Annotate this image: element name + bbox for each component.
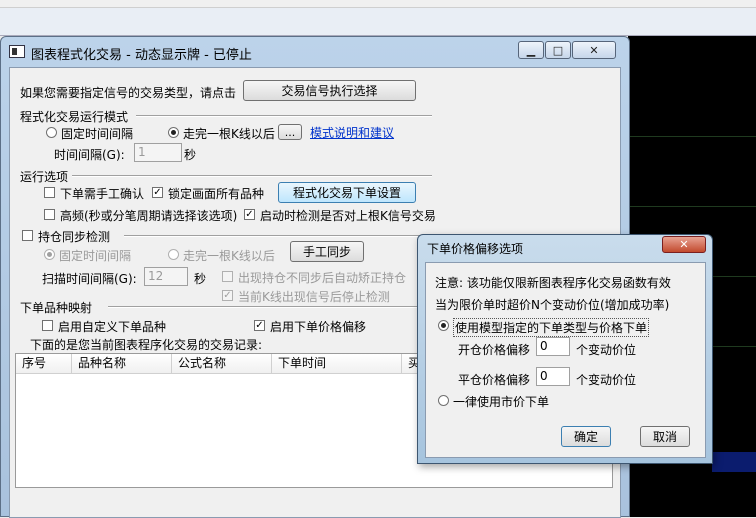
dialog-close-button[interactable]: ✕ — [662, 236, 706, 253]
sync-after-bar-radio[interactable] — [168, 249, 179, 260]
maximize-icon: □ — [552, 43, 564, 57]
close-button[interactable]: ✕ — [572, 41, 616, 59]
interval-unit: 秒 — [184, 148, 197, 162]
app-icon — [9, 45, 25, 58]
dialog-note-line1: 注意: 该功能仅限新图表程序化交易函数有效 — [435, 276, 671, 290]
column-header[interactable]: 公式名称 — [172, 354, 272, 374]
sync-after-bar-label: 走完一根K线以后 — [183, 249, 275, 263]
use-model-radio[interactable] — [438, 320, 449, 331]
stop-on-signal-checkbox[interactable]: ✓ — [222, 290, 233, 301]
lock-all-label: 锁定画面所有品种 — [168, 187, 265, 201]
scan-interval-label: 扫描时间间隔(G): — [42, 272, 137, 286]
auto-correct-checkbox[interactable] — [222, 271, 233, 282]
custom-symbol-checkbox[interactable] — [42, 320, 53, 331]
custom-symbol-label: 启用自定义下单品种 — [58, 320, 167, 334]
minimize-icon: ▁ — [526, 43, 536, 57]
manual-confirm-label: 下单需手工确认 — [60, 187, 145, 201]
host-menu-strip — [0, 0, 756, 8]
price-offset-checkbox[interactable]: ✓ — [254, 320, 265, 331]
more-button[interactable]: ... — [278, 124, 302, 140]
sync-fixed-label: 固定时间间隔 — [59, 249, 132, 263]
dialog-note-line2: 当为限价单时超价N个变动价位(增加成功率) — [435, 298, 670, 312]
chart-highlight-block — [712, 452, 756, 472]
order-settings-button[interactable]: 程式化交易下单设置 — [278, 182, 416, 203]
close-icon: ✕ — [589, 43, 599, 57]
interval-label: 时间间隔(G): — [54, 148, 125, 162]
check-prev-checkbox[interactable]: ✓ — [244, 209, 255, 220]
divider — [72, 175, 432, 177]
dialog-title: 下单价格偏移选项 — [427, 242, 524, 256]
signal-select-button[interactable]: 交易信号执行选择 — [243, 80, 416, 101]
column-header[interactable]: 序号 — [16, 354, 72, 374]
records-caption: 下面的是您当前图表程序化交易的交易记录: — [30, 338, 263, 352]
chart-gridline — [628, 206, 756, 207]
manual-sync-button[interactable]: 手工同步 — [290, 241, 364, 262]
interval-input[interactable]: 1 — [134, 143, 182, 162]
divider — [108, 306, 424, 308]
ok-button[interactable]: 确定 — [561, 426, 611, 447]
high-freq-label: 高频(秒或分笔周期请选择该选项) — [60, 209, 238, 223]
scan-interval-input[interactable]: 12 — [144, 267, 188, 286]
column-header[interactable]: 品种名称 — [72, 354, 172, 374]
chart-gridline — [628, 136, 756, 137]
stop-on-signal-label: 当前K线出现信号后停止检测 — [238, 290, 390, 304]
column-header[interactable]: 下单时间 — [272, 354, 402, 374]
open-offset-label: 开仓价格偏移 — [458, 343, 531, 357]
fixed-interval-label: 固定时间间隔 — [61, 127, 134, 141]
close-offset-label: 平仓价格偏移 — [458, 373, 531, 387]
minimize-button[interactable]: ▁ — [518, 41, 544, 59]
price-offset-label: 启用下单价格偏移 — [270, 320, 367, 334]
open-offset-input[interactable]: 0 — [536, 337, 570, 356]
high-freq-checkbox[interactable] — [44, 209, 55, 220]
close-icon: ✕ — [679, 238, 689, 251]
lock-all-checkbox[interactable]: ✓ — [152, 187, 163, 198]
market-order-label: 一律使用市价下单 — [453, 395, 550, 409]
symbol-map-heading: 下单品种映射 — [20, 301, 93, 315]
cancel-button[interactable]: 取消 — [640, 426, 690, 447]
sync-fixed-radio[interactable] — [44, 249, 55, 260]
use-model-label: 使用模型指定的下单类型与价格下单 — [453, 318, 650, 337]
after-bar-label: 走完一根K线以后 — [183, 127, 275, 141]
host-toolbar — [0, 8, 756, 36]
intro-text: 如果您需要指定信号的交易类型，请点击 — [20, 86, 237, 100]
fixed-interval-radio[interactable] — [46, 127, 57, 138]
divider — [124, 235, 424, 237]
position-sync-heading: 持仓同步检测 — [38, 230, 111, 244]
manual-confirm-checkbox[interactable] — [44, 187, 55, 198]
window-title: 图表程式化交易 - 动态显示牌 - 已停止 — [31, 48, 252, 63]
price-offset-dialog: 下单价格偏移选项 ✕ 注意: 该功能仅限新图表程序化交易函数有效 当为限价单时超… — [417, 234, 713, 464]
divider — [136, 115, 432, 117]
maximize-button[interactable]: □ — [545, 41, 571, 59]
market-order-radio[interactable] — [438, 395, 449, 406]
open-offset-unit: 个变动价位 — [576, 343, 637, 357]
after-bar-radio[interactable] — [168, 127, 179, 138]
run-options-heading: 运行选项 — [20, 170, 69, 184]
mode-heading: 程式化交易运行模式 — [20, 110, 129, 124]
scan-interval-unit: 秒 — [194, 272, 207, 286]
dialog-client-area: 注意: 该功能仅限新图表程序化交易函数有效 当为限价单时超价N个变动价位(增加成… — [425, 262, 706, 458]
auto-correct-label: 出现持仓不同步后自动矫正持仓 — [238, 271, 407, 285]
mode-help-link[interactable]: 模式说明和建议 — [310, 124, 394, 141]
position-sync-checkbox[interactable] — [22, 230, 33, 241]
close-offset-unit: 个变动价位 — [576, 373, 637, 387]
check-prev-label: 启动时检测是否对上根K信号交易 — [260, 209, 436, 223]
close-offset-input[interactable]: 0 — [536, 367, 570, 386]
